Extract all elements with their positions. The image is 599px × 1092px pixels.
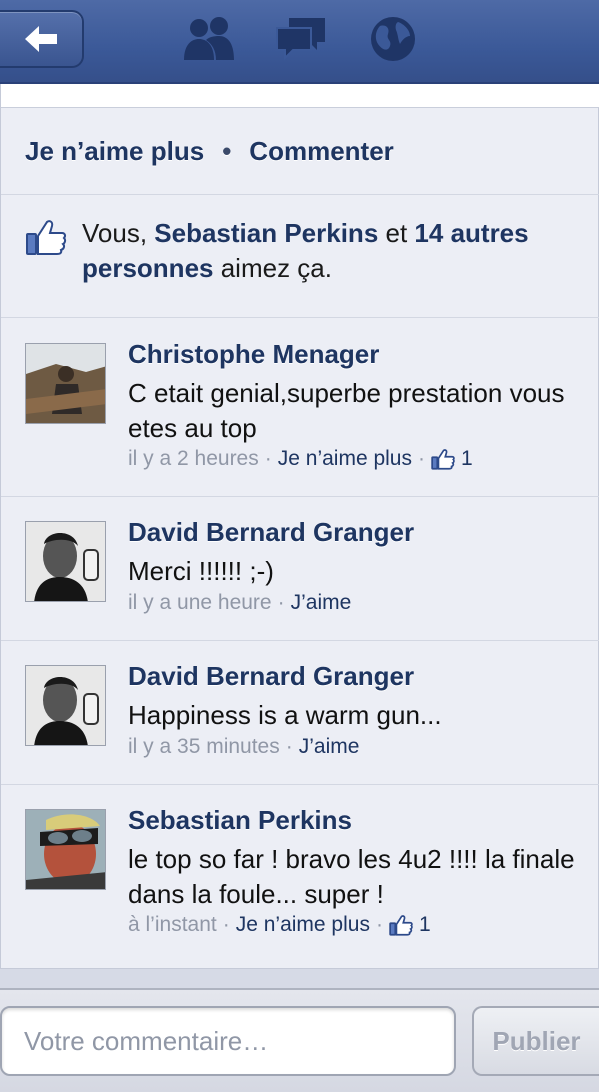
liker-name-link[interactable]: Sebastian Perkins [154, 218, 378, 248]
likes-middle: et [378, 218, 415, 248]
comment-like-toggle[interactable]: Je n’aime plus [278, 447, 412, 471]
comment-item: Sebastian Perkins le top so far ! bravo … [1, 785, 599, 968]
avatar[interactable] [25, 521, 106, 602]
avatar[interactable] [25, 809, 106, 890]
comment-timestamp: il y a une heure [128, 591, 272, 614]
comment-like-toggle[interactable]: Je n’aime plus [236, 913, 370, 937]
comment-timestamp: à l’instant [128, 913, 217, 936]
likes-prefix: Vous, [82, 218, 155, 248]
comment-text: le top so far ! bravo les 4u2 !!!! la fi… [128, 844, 575, 909]
action-separator: • [222, 136, 232, 166]
meta-separator: · [375, 913, 383, 936]
comment-like-count[interactable]: 1 [419, 913, 431, 937]
comment-item: David Bernard Granger Happiness is a war… [1, 641, 599, 785]
comment-author[interactable]: David Bernard Granger [128, 517, 414, 548]
thumbs-up-icon [25, 218, 67, 261]
meta-separator: · [277, 591, 285, 614]
globe-icon[interactable] [368, 14, 418, 69]
messages-icon[interactable] [275, 14, 329, 67]
comment-meta: il y a 2 heures · Je n’aime plus · 1 [128, 447, 473, 471]
avatar[interactable] [25, 343, 106, 424]
comment-meta: il y a 35 minutes · J’aime [128, 735, 359, 759]
meta-separator: · [285, 735, 293, 758]
top-navigation-bar [0, 0, 599, 84]
comment-timestamp: il y a 2 heures [128, 447, 259, 470]
likes-summary: Vous, Sebastian Perkins et 14 autres per… [1, 196, 599, 318]
thumbs-up-icon [431, 449, 455, 470]
post-actions-bar: Je n’aime plus • Commenter [1, 109, 599, 195]
meta-separator: · [264, 447, 272, 470]
post-top-edge [1, 84, 599, 108]
comment-author[interactable]: Sebastian Perkins [128, 805, 352, 836]
meta-separator: · [222, 913, 230, 936]
comment-like-toggle[interactable]: J’aime [291, 591, 352, 615]
thumbs-up-icon [389, 915, 413, 936]
meta-separator: · [417, 447, 425, 470]
comment-author[interactable]: David Bernard Granger [128, 661, 414, 692]
comment-timestamp: il y a 35 minutes [128, 735, 280, 758]
comment-button[interactable]: Commenter [249, 136, 393, 167]
arrow-left-icon [25, 26, 57, 52]
comment-meta: à l’instant · Je n’aime plus · 1 [128, 913, 431, 937]
comment-like-toggle[interactable]: J’aime [299, 735, 360, 759]
comment-text: C etait genial,superbe prestation vous e… [128, 378, 565, 443]
comment-composer: Votre commentaire… Publier [0, 988, 599, 1092]
comment-item: David Bernard Granger Merci !!!!!! ;-) i… [1, 497, 599, 641]
comment-text: Happiness is a warm gun... [128, 700, 442, 730]
publish-button[interactable]: Publier [472, 1006, 599, 1076]
comment-item: Christophe Menager C etait genial,superb… [1, 319, 599, 497]
likes-suffix: aimez ça. [213, 253, 332, 283]
comment-input[interactable]: Votre commentaire… [0, 1006, 456, 1076]
post-detail-card: Je n’aime plus • Commenter Vous, Sebasti… [0, 84, 599, 969]
unlike-button[interactable]: Je n’aime plus [25, 136, 204, 167]
avatar[interactable] [25, 665, 106, 746]
comment-meta: il y a une heure · J’aime [128, 591, 351, 615]
comment-text: Merci !!!!!! ;-) [128, 556, 274, 586]
comment-author[interactable]: Christophe Menager [128, 339, 379, 370]
comment-like-count[interactable]: 1 [461, 447, 473, 471]
back-button[interactable] [0, 10, 84, 68]
friends-icon[interactable] [182, 14, 236, 67]
